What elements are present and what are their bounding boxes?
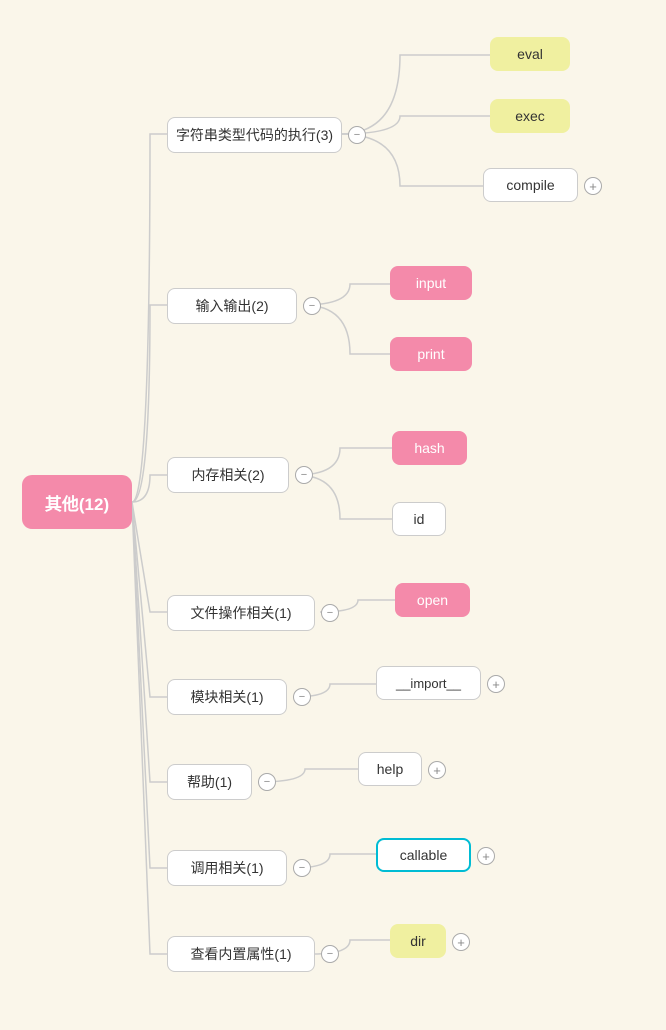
leaf-input-label: input	[416, 275, 446, 291]
leaf-import[interactable]: __import__	[376, 666, 481, 700]
leaf-hash[interactable]: hash	[392, 431, 467, 465]
leaf-print-label: print	[417, 346, 444, 362]
leaf-dir-label: dir	[410, 933, 426, 949]
category-node-7[interactable]: 调用相关(1)	[167, 850, 287, 886]
leaf-id-label: id	[414, 511, 425, 527]
category-node-1[interactable]: 字符串类型代码的执行(3)	[167, 117, 342, 153]
category-node-6[interactable]: 帮助(1)	[167, 764, 252, 800]
cat3-label: 内存相关(2)	[191, 465, 264, 485]
help-plus-btn[interactable]: +	[428, 761, 446, 779]
leaf-callable[interactable]: callable	[376, 838, 471, 872]
cat5-label: 模块相关(1)	[190, 687, 263, 707]
cat6-label: 帮助(1)	[187, 772, 232, 792]
callable-plus-btn[interactable]: +	[477, 847, 495, 865]
leaf-open-label: open	[417, 592, 448, 608]
cat8-collapse-btn[interactable]: −	[321, 945, 339, 963]
cat3-collapse-btn[interactable]: −	[295, 466, 313, 484]
leaf-help[interactable]: help	[358, 752, 422, 786]
category-node-4[interactable]: 文件操作相关(1)	[167, 595, 315, 631]
import-plus-btn[interactable]: +	[487, 675, 505, 693]
cat4-collapse-btn[interactable]: −	[321, 604, 339, 622]
cat1-collapse-btn[interactable]: −	[348, 126, 366, 144]
cat7-label: 调用相关(1)	[190, 858, 263, 878]
leaf-compile-label: compile	[506, 177, 554, 193]
leaf-dir[interactable]: dir	[390, 924, 446, 958]
leaf-id[interactable]: id	[392, 502, 446, 536]
root-node[interactable]: 其他(12)	[22, 475, 132, 529]
leaf-open[interactable]: open	[395, 583, 470, 617]
leaf-hash-label: hash	[414, 440, 444, 456]
category-node-8[interactable]: 查看内置属性(1)	[167, 936, 315, 972]
mindmap-container: 其他(12) 字符串类型代码的执行(3) − eval exec compile…	[0, 0, 666, 1030]
leaf-input[interactable]: input	[390, 266, 472, 300]
cat2-label: 输入输出(2)	[195, 296, 268, 316]
dir-plus-btn[interactable]: +	[452, 933, 470, 951]
cat8-label: 查看内置属性(1)	[190, 944, 291, 964]
cat6-collapse-btn[interactable]: −	[258, 773, 276, 791]
category-node-2[interactable]: 输入输出(2)	[167, 288, 297, 324]
cat7-collapse-btn[interactable]: −	[293, 859, 311, 877]
cat5-collapse-btn[interactable]: −	[293, 688, 311, 706]
leaf-import-label: __import__	[396, 676, 461, 691]
leaf-eval-label: eval	[517, 46, 543, 62]
cat2-collapse-btn[interactable]: −	[303, 297, 321, 315]
compile-plus-btn[interactable]: +	[584, 177, 602, 195]
leaf-print[interactable]: print	[390, 337, 472, 371]
leaf-help-label: help	[377, 761, 403, 777]
category-node-3[interactable]: 内存相关(2)	[167, 457, 289, 493]
leaf-compile[interactable]: compile	[483, 168, 578, 202]
leaf-callable-label: callable	[400, 847, 447, 863]
leaf-eval[interactable]: eval	[490, 37, 570, 71]
category-node-5[interactable]: 模块相关(1)	[167, 679, 287, 715]
cat4-label: 文件操作相关(1)	[190, 603, 291, 623]
cat1-label: 字符串类型代码的执行(3)	[176, 125, 333, 145]
leaf-exec-label: exec	[515, 108, 545, 124]
leaf-exec[interactable]: exec	[490, 99, 570, 133]
